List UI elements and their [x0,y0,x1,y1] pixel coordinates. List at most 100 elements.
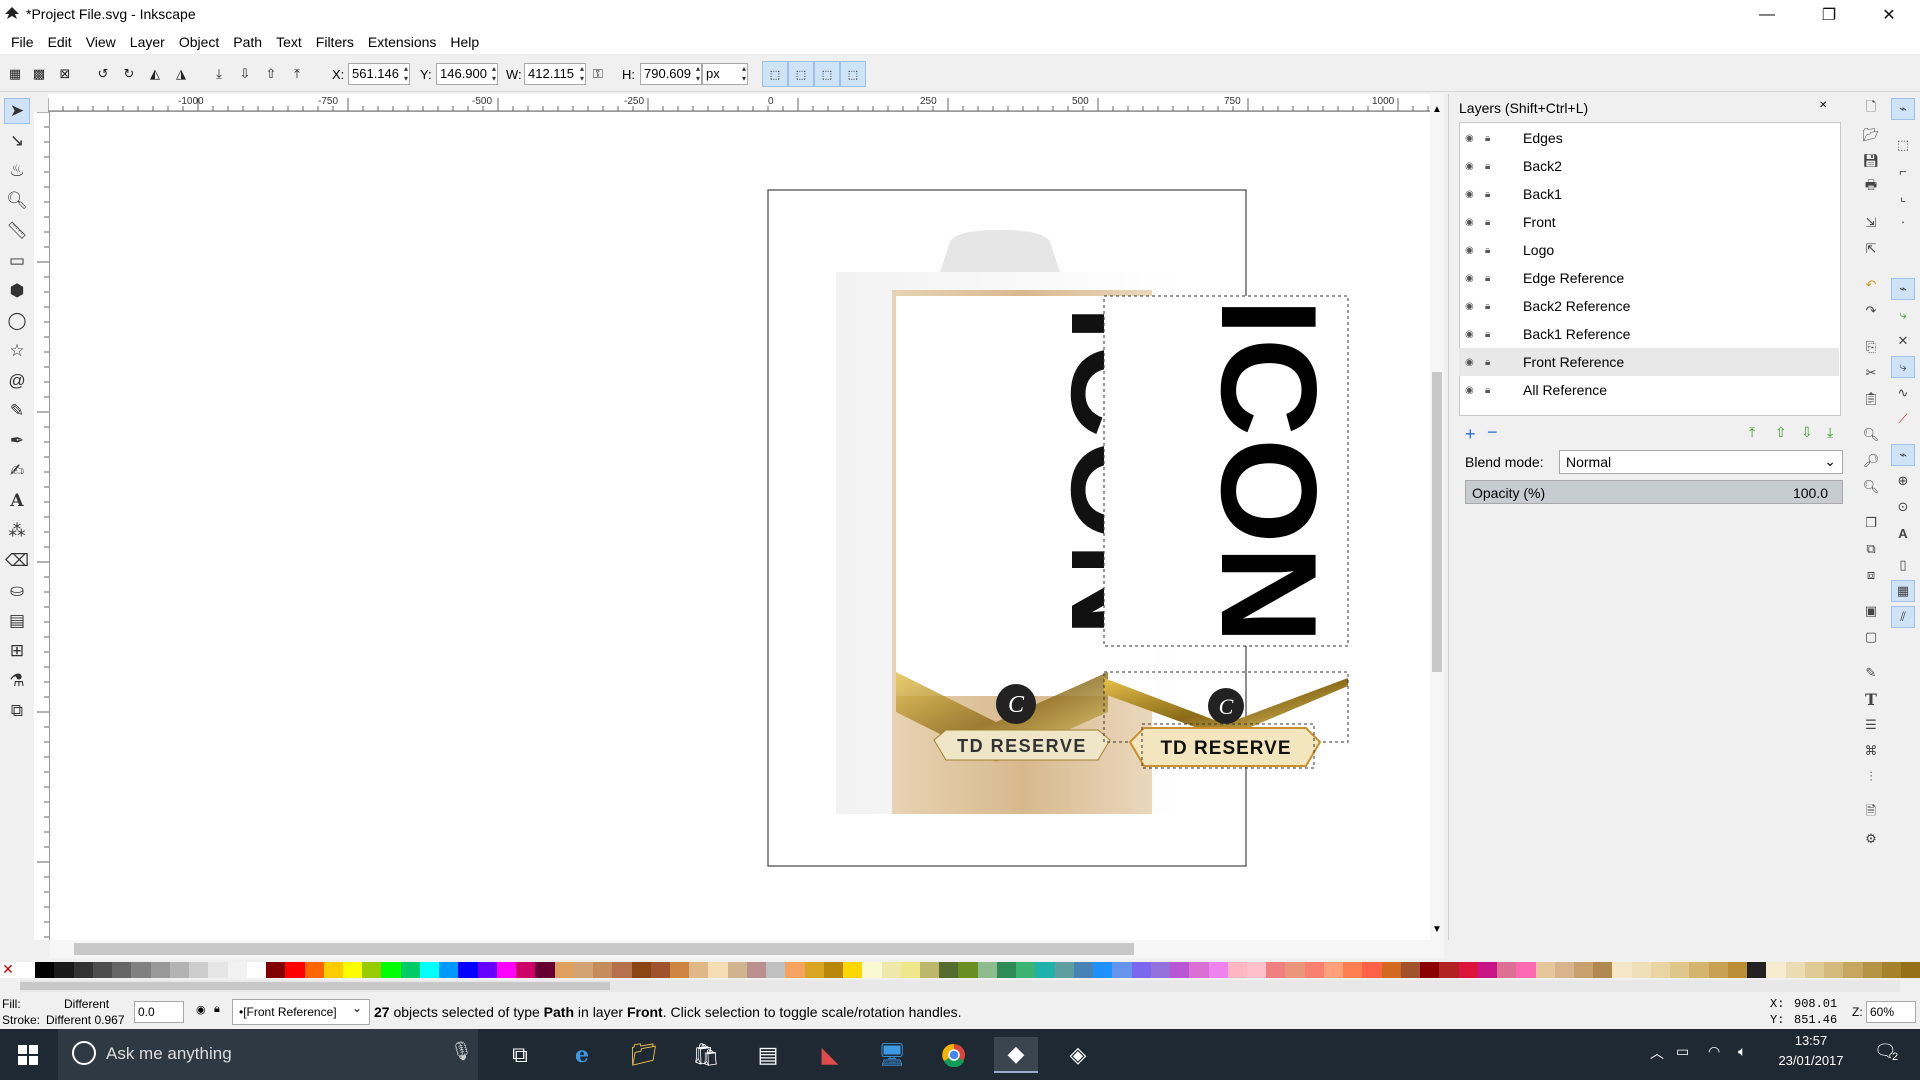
menu-text[interactable]: Text [269,34,309,50]
zoom-field[interactable]: 60% [1866,1001,1916,1023]
calligraphy-tool-icon[interactable]: ✍ [4,458,30,484]
color-swatch[interactable] [266,962,286,978]
color-swatch[interactable] [1362,962,1382,978]
color-swatch[interactable] [1747,962,1767,978]
layer-row[interactable]: ◉ 🔒︎ Back2 [1459,152,1839,180]
opacity-slider[interactable]: Opacity (%) 100.0 [1465,480,1843,504]
move-gradients-toggle[interactable]: ⬚ [814,61,840,87]
maximize-button[interactable]: ❐ [1806,0,1852,30]
mesh-tool-icon[interactable]: ⊞ [4,638,30,664]
color-swatch[interactable] [458,962,478,978]
layer-row[interactable]: ◉ 🔒︎ Edges [1459,124,1839,152]
3d-box-tool-icon[interactable]: ⬢ [4,278,30,304]
redo-icon[interactable]: ↷ [1859,300,1883,322]
connector-tool-icon[interactable]: ⧉ [4,698,30,724]
color-swatch[interactable] [1035,962,1055,978]
layer-row[interactable]: ◉ 🔒︎ Logo [1459,236,1839,264]
ungroup-icon[interactable]: ▢ [1859,626,1883,648]
color-swatch[interactable] [1381,962,1401,978]
snap-paths-icon[interactable]: ⤷ [1891,304,1915,326]
add-layer-button[interactable]: + [1465,424,1476,445]
color-swatch[interactable] [73,962,93,978]
layer-name[interactable]: Logo [1523,242,1554,258]
gradient-tool-icon[interactable]: ▤ [4,608,30,634]
snap-bbox-midpoints-icon[interactable]: ⋅ [1891,212,1915,234]
rotate-ccw-icon[interactable]: ↺ [92,63,114,85]
star-tool-icon[interactable]: ☆ [4,338,30,364]
color-swatch[interactable] [1093,962,1113,978]
layer-name[interactable]: Front Reference [1523,354,1624,370]
layer-name[interactable]: Back2 Reference [1523,298,1630,314]
color-swatch[interactable] [35,962,55,978]
palette-scrollbar[interactable] [20,980,1900,992]
color-swatch[interactable] [1535,962,1555,978]
layer-lock-icon[interactable]: 🔒︎ [1485,161,1501,172]
layer-name[interactable]: Back2 [1523,158,1562,174]
color-swatch[interactable] [477,962,497,978]
color-swatch[interactable] [823,962,844,978]
chrome-icon[interactable] [932,1037,976,1073]
color-swatch[interactable] [1670,962,1690,978]
color-swatch[interactable] [92,962,113,978]
drawing-canvas[interactable]: ICON C TD RESERVE ICON C TD RESERVE [50,112,1430,940]
import-icon[interactable]: ⇲ [1859,212,1883,234]
color-swatch[interactable] [1843,962,1863,978]
layer-visibility-icon[interactable]: ◉ [1465,245,1481,256]
layer-visibility-icon[interactable]: ◉ [1465,133,1481,144]
spray-tool-icon[interactable]: ⁂ [4,518,30,544]
eraser-tool-icon[interactable]: ⌫ [4,548,30,574]
save-icon[interactable]: 💾︎ [1859,150,1883,172]
color-swatch[interactable] [112,962,132,978]
color-swatch[interactable] [573,962,594,978]
menu-edit[interactable]: Edit [41,34,79,50]
color-swatch[interactable] [1131,962,1151,978]
y-field[interactable]: 146.900 [436,63,498,85]
snap-guide-icon[interactable]: ⫽ [1891,606,1915,628]
undo-icon[interactable]: ↶ [1859,274,1883,296]
x-field[interactable]: 561.146 [348,63,410,85]
pen-tool-icon[interactable]: ✒ [4,428,30,454]
color-swatch[interactable] [1112,962,1132,978]
clone-icon[interactable]: ⧉ [1859,538,1883,560]
spiral-tool-icon[interactable]: @ [4,368,30,394]
calculator-icon[interactable]: ▤ [746,1037,790,1073]
menu-extensions[interactable]: Extensions [361,34,443,50]
color-swatch[interactable] [1439,962,1459,978]
vertical-scroll-thumb[interactable] [1432,372,1442,672]
color-swatch[interactable] [1612,962,1632,978]
color-swatch[interactable] [150,962,170,978]
inkscape-alt-icon[interactable]: ◈ [1056,1037,1100,1073]
selector-tool-icon[interactable]: ➤ [4,98,30,124]
color-swatch[interactable] [1208,962,1228,978]
color-swatch[interactable] [1400,962,1421,978]
export-icon[interactable]: ⇱ [1859,238,1883,260]
layer-visibility-icon[interactable]: ◉ [1465,301,1481,312]
layer-lock-icon[interactable]: 🔒︎ [1485,385,1501,396]
layer-lock-icon[interactable]: 🔒︎ [214,1003,220,1016]
color-swatch[interactable] [631,962,651,978]
ellipse-tool-icon[interactable]: ◯ [4,308,30,334]
snap-bbox-icon[interactable]: ⬚ [1891,134,1915,156]
layer-up-icon[interactable]: ⇧ [1775,424,1787,441]
layer-visibility-icon[interactable]: ◉ [1465,217,1481,228]
paste-icon[interactable]: 📋︎ [1859,388,1883,410]
color-swatch[interactable] [1054,962,1074,978]
raise-icon[interactable]: ⇧ [260,63,282,85]
raise-to-top-icon[interactable]: ⤒ [286,63,308,85]
layer-visibility-icon[interactable]: ◉ [1465,189,1481,200]
lower-icon[interactable]: ⇩ [234,63,256,85]
document-properties-icon[interactable]: 🗎︎ [1859,802,1883,824]
rectangle-tool-icon[interactable]: ▭ [4,248,30,274]
layer-lock-icon[interactable]: 🔒︎ [1485,245,1501,256]
color-swatch[interactable] [689,962,709,978]
layer-lock-icon[interactable]: 🔒︎ [1485,329,1501,340]
color-swatch[interactable] [996,962,1017,978]
clock-time[interactable]: 13:57 [1766,1033,1856,1048]
lock-ratio-icon[interactable]: ⚿ [590,63,606,85]
unit-select[interactable]: px [702,63,748,85]
zoom-drawing-icon[interactable]: 🔎︎ [1859,450,1883,472]
color-swatch[interactable] [669,962,690,978]
color-swatch[interactable] [1016,962,1036,978]
inkscape-taskbar-icon[interactable]: ◆ [994,1037,1038,1073]
microphone-icon[interactable]: 🎙︎ [450,1041,473,1062]
